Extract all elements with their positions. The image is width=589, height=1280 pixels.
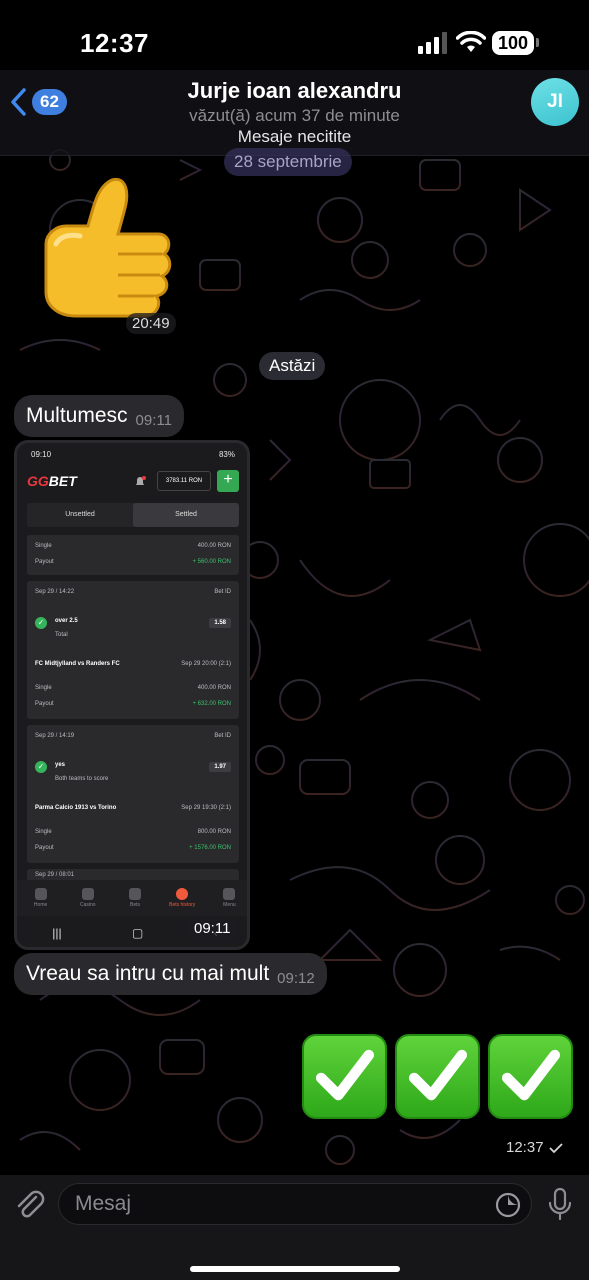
last-seen-status: văzut(ă) acum 37 de minute <box>189 106 400 125</box>
message-text: Multumesc <box>26 404 128 427</box>
message-input[interactable] <box>58 1183 532 1225</box>
message-time: 12:37 <box>506 1139 544 1156</box>
message-time: 20:49 <box>126 313 176 334</box>
chat-title[interactable]: Jurje ioan alexandru <box>120 78 469 104</box>
wifi-icon <box>456 31 486 52</box>
check-icon: ✓ <box>35 761 47 773</box>
status-time: 12:37 <box>80 28 149 58</box>
bet-card: Sep 29 / 14:19 Bet ID ✓ yes Both teams to… <box>27 725 239 863</box>
tab-settled: Settled <box>133 503 239 527</box>
cellular-signal-icon <box>418 32 447 54</box>
chat-header: 62 Jurje ioan alexandru văzut(ă) acum 37… <box>0 70 589 156</box>
bet-card: Sep 29 / 14:22 Bet ID ✓ over 2.5 Total 1.… <box>27 581 239 719</box>
paperclip-icon[interactable] <box>12 1187 46 1221</box>
deposit-button: + <box>217 470 239 492</box>
ggbet-logo: GGBET <box>27 473 77 489</box>
check-icon: ✓ <box>35 617 47 629</box>
message-text: Vreau sa intru cu mai mult <box>26 962 270 985</box>
date-separator-today: Astăzi <box>259 352 326 380</box>
home-circle-icon: ▢ <box>131 926 144 940</box>
image-message-betting-screenshot[interactable]: 09:10 83% GGBET 3783.11 RON + Unsettled … <box>14 440 250 950</box>
nav-bets-history: Bets history <box>159 880 206 916</box>
shot-status-battery: 83% <box>218 450 235 459</box>
microphone-icon[interactable] <box>546 1187 574 1221</box>
sent-check-icon <box>548 1142 563 1153</box>
nav-casino: Casino <box>64 880 111 916</box>
sticker-icon[interactable] <box>494 1191 522 1219</box>
battery-indicator: 100 <box>492 31 534 55</box>
check-mark-button-icon <box>395 1034 480 1119</box>
back-button[interactable]: 62 <box>8 84 67 120</box>
balance: 3783.11 RON <box>157 471 211 491</box>
nav-bets: Bets <box>111 880 158 916</box>
incoming-message[interactable]: Multumesc 09:11 <box>14 395 184 437</box>
thumbs-up-sticker[interactable] <box>26 174 172 324</box>
bell-icon <box>136 476 146 485</box>
shot-status-time: 09:10 <box>31 450 52 459</box>
outgoing-message-emojis[interactable] <box>302 1034 573 1119</box>
incoming-message[interactable]: Vreau sa intru cu mai mult 09:12 <box>14 953 327 995</box>
home-indicator <box>190 1266 400 1272</box>
message-time: 09:11 <box>135 411 172 429</box>
battery-cap <box>536 38 539 47</box>
bet-card: Single 400.00 RON Payout + 560.00 RON <box>27 535 239 575</box>
recents-icon: ||| <box>52 926 62 940</box>
message-composer <box>0 1175 589 1280</box>
outgoing-message-status: 12:37 <box>506 1139 564 1156</box>
nav-home: Home <box>17 880 64 916</box>
nav-menu: Menu <box>206 880 247 916</box>
message-time: 09:11 <box>188 918 237 939</box>
avatar[interactable]: JI <box>531 78 579 126</box>
message-time: 09:12 <box>277 969 315 987</box>
unread-messages-divider: Mesaje necitite <box>237 127 352 146</box>
check-mark-button-icon <box>302 1034 387 1119</box>
check-mark-button-icon <box>488 1034 573 1119</box>
chevron-left-icon <box>11 88 26 116</box>
status-bar: 12:37 100 <box>0 0 589 80</box>
date-separator: 28 septembrie <box>224 148 352 176</box>
unread-count-badge: 62 <box>32 89 67 115</box>
app-bottom-nav: Home Casino Bets Bets history Menu <box>17 880 247 916</box>
bets-tabs: Unsettled Settled <box>27 503 239 527</box>
tab-unsettled: Unsettled <box>65 511 95 518</box>
